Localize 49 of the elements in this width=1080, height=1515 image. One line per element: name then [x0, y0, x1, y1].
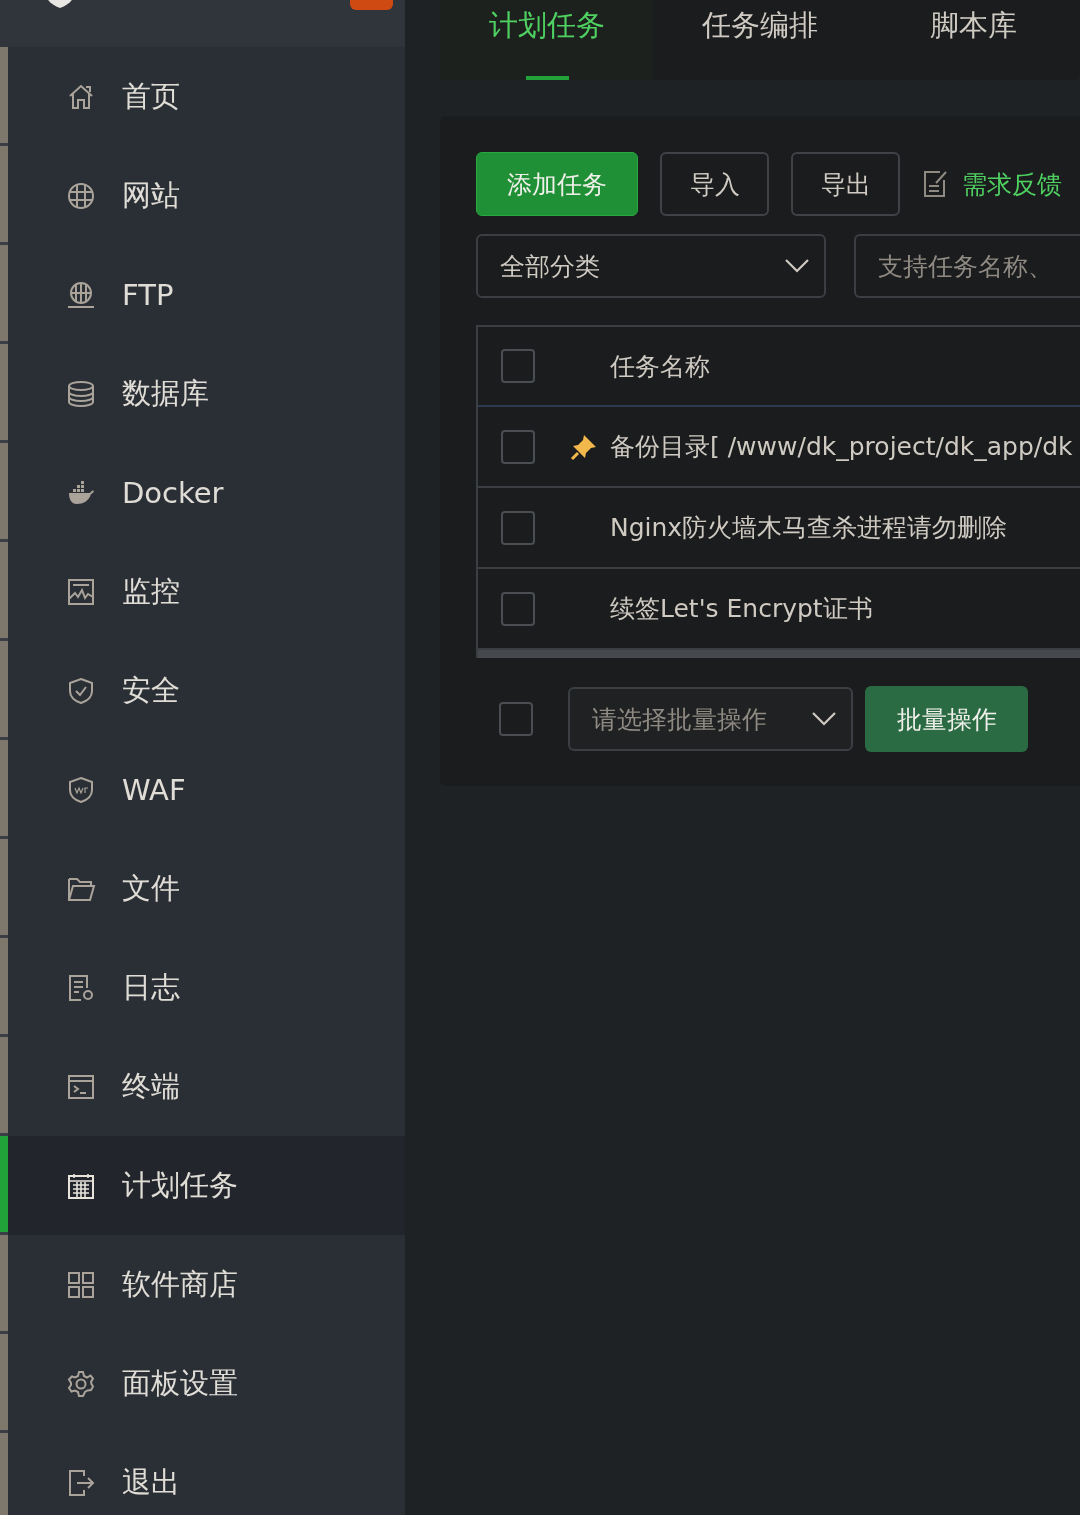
- task-name: Nginx防火墙木马查杀进程请勿删除: [610, 512, 1008, 544]
- network-globe-icon: [66, 279, 96, 310]
- checkbox[interactable]: [501, 429, 535, 464]
- toolbar-button[interactable]: 导出: [791, 152, 900, 216]
- add-task-button[interactable]: 添加任务: [476, 152, 638, 216]
- sidebar-item[interactable]: 安全: [8, 641, 405, 740]
- checkbox[interactable]: [501, 349, 535, 383]
- search-field[interactable]: 支持任务名称、: [854, 234, 1080, 298]
- sidebar-item[interactable]: WAF: [8, 740, 405, 839]
- tab[interactable]: 任务编排: [653, 0, 867, 80]
- sidebar-item[interactable]: 文件: [8, 839, 405, 938]
- chevron-down-icon: [811, 711, 837, 727]
- bulk-action-select[interactable]: 请选择批量操作: [568, 687, 853, 751]
- tab[interactable]: 脚本库: [866, 0, 1080, 80]
- task-name: 续签Let's Encrypt证书: [610, 593, 873, 625]
- monitor-chart-icon: [66, 576, 96, 607]
- checkbox[interactable]: [501, 591, 535, 626]
- sidebar-item[interactable]: 软件商店: [8, 1235, 405, 1334]
- sidebar-item[interactable]: 数据库: [8, 344, 405, 443]
- sidebar-item[interactable]: 网站: [8, 146, 405, 245]
- sidebar-item[interactable]: 首页: [8, 47, 405, 146]
- category-select[interactable]: 全部分类: [476, 234, 826, 298]
- column-header: 任务名称: [610, 350, 710, 383]
- globe-icon: [66, 180, 96, 211]
- tab[interactable]: 计划任务: [440, 0, 654, 80]
- sidebar-item[interactable]: 监控: [8, 542, 405, 641]
- sidebar-item[interactable]: 面板设置: [8, 1334, 405, 1433]
- shield-icon: [66, 774, 96, 805]
- checkbox[interactable]: [501, 510, 535, 545]
- settings-icon: [66, 1368, 96, 1399]
- toolbar-button[interactable]: 导入: [660, 152, 769, 216]
- sidebar-item[interactable]: 退出: [8, 1433, 405, 1515]
- sidebar-item[interactable]: FTP: [8, 245, 405, 344]
- shield-icon: [66, 675, 96, 706]
- feedback-link[interactable]: 需求反馈: [922, 167, 1062, 201]
- grid-icon: [66, 1269, 96, 1300]
- task-name: 备份目录[ /www/dk_project/dk_app/dk: [610, 431, 1073, 463]
- sidebar-item[interactable]: Docker: [8, 443, 405, 542]
- sidebar-item[interactable]: 日志: [8, 938, 405, 1037]
- bulk-action-button[interactable]: 批量操作: [865, 686, 1028, 752]
- database-icon: [66, 378, 96, 409]
- log-file-icon: [66, 972, 96, 1003]
- logout-icon: [66, 1467, 96, 1498]
- sidebar-item[interactable]: 计划任务: [8, 1136, 405, 1235]
- sidebar-item[interactable]: 终端: [8, 1037, 405, 1136]
- scrollbar[interactable]: [478, 650, 1080, 658]
- chevron-down-icon: [784, 258, 810, 274]
- checkbox[interactable]: [499, 702, 533, 736]
- note-edit-icon: [922, 169, 948, 199]
